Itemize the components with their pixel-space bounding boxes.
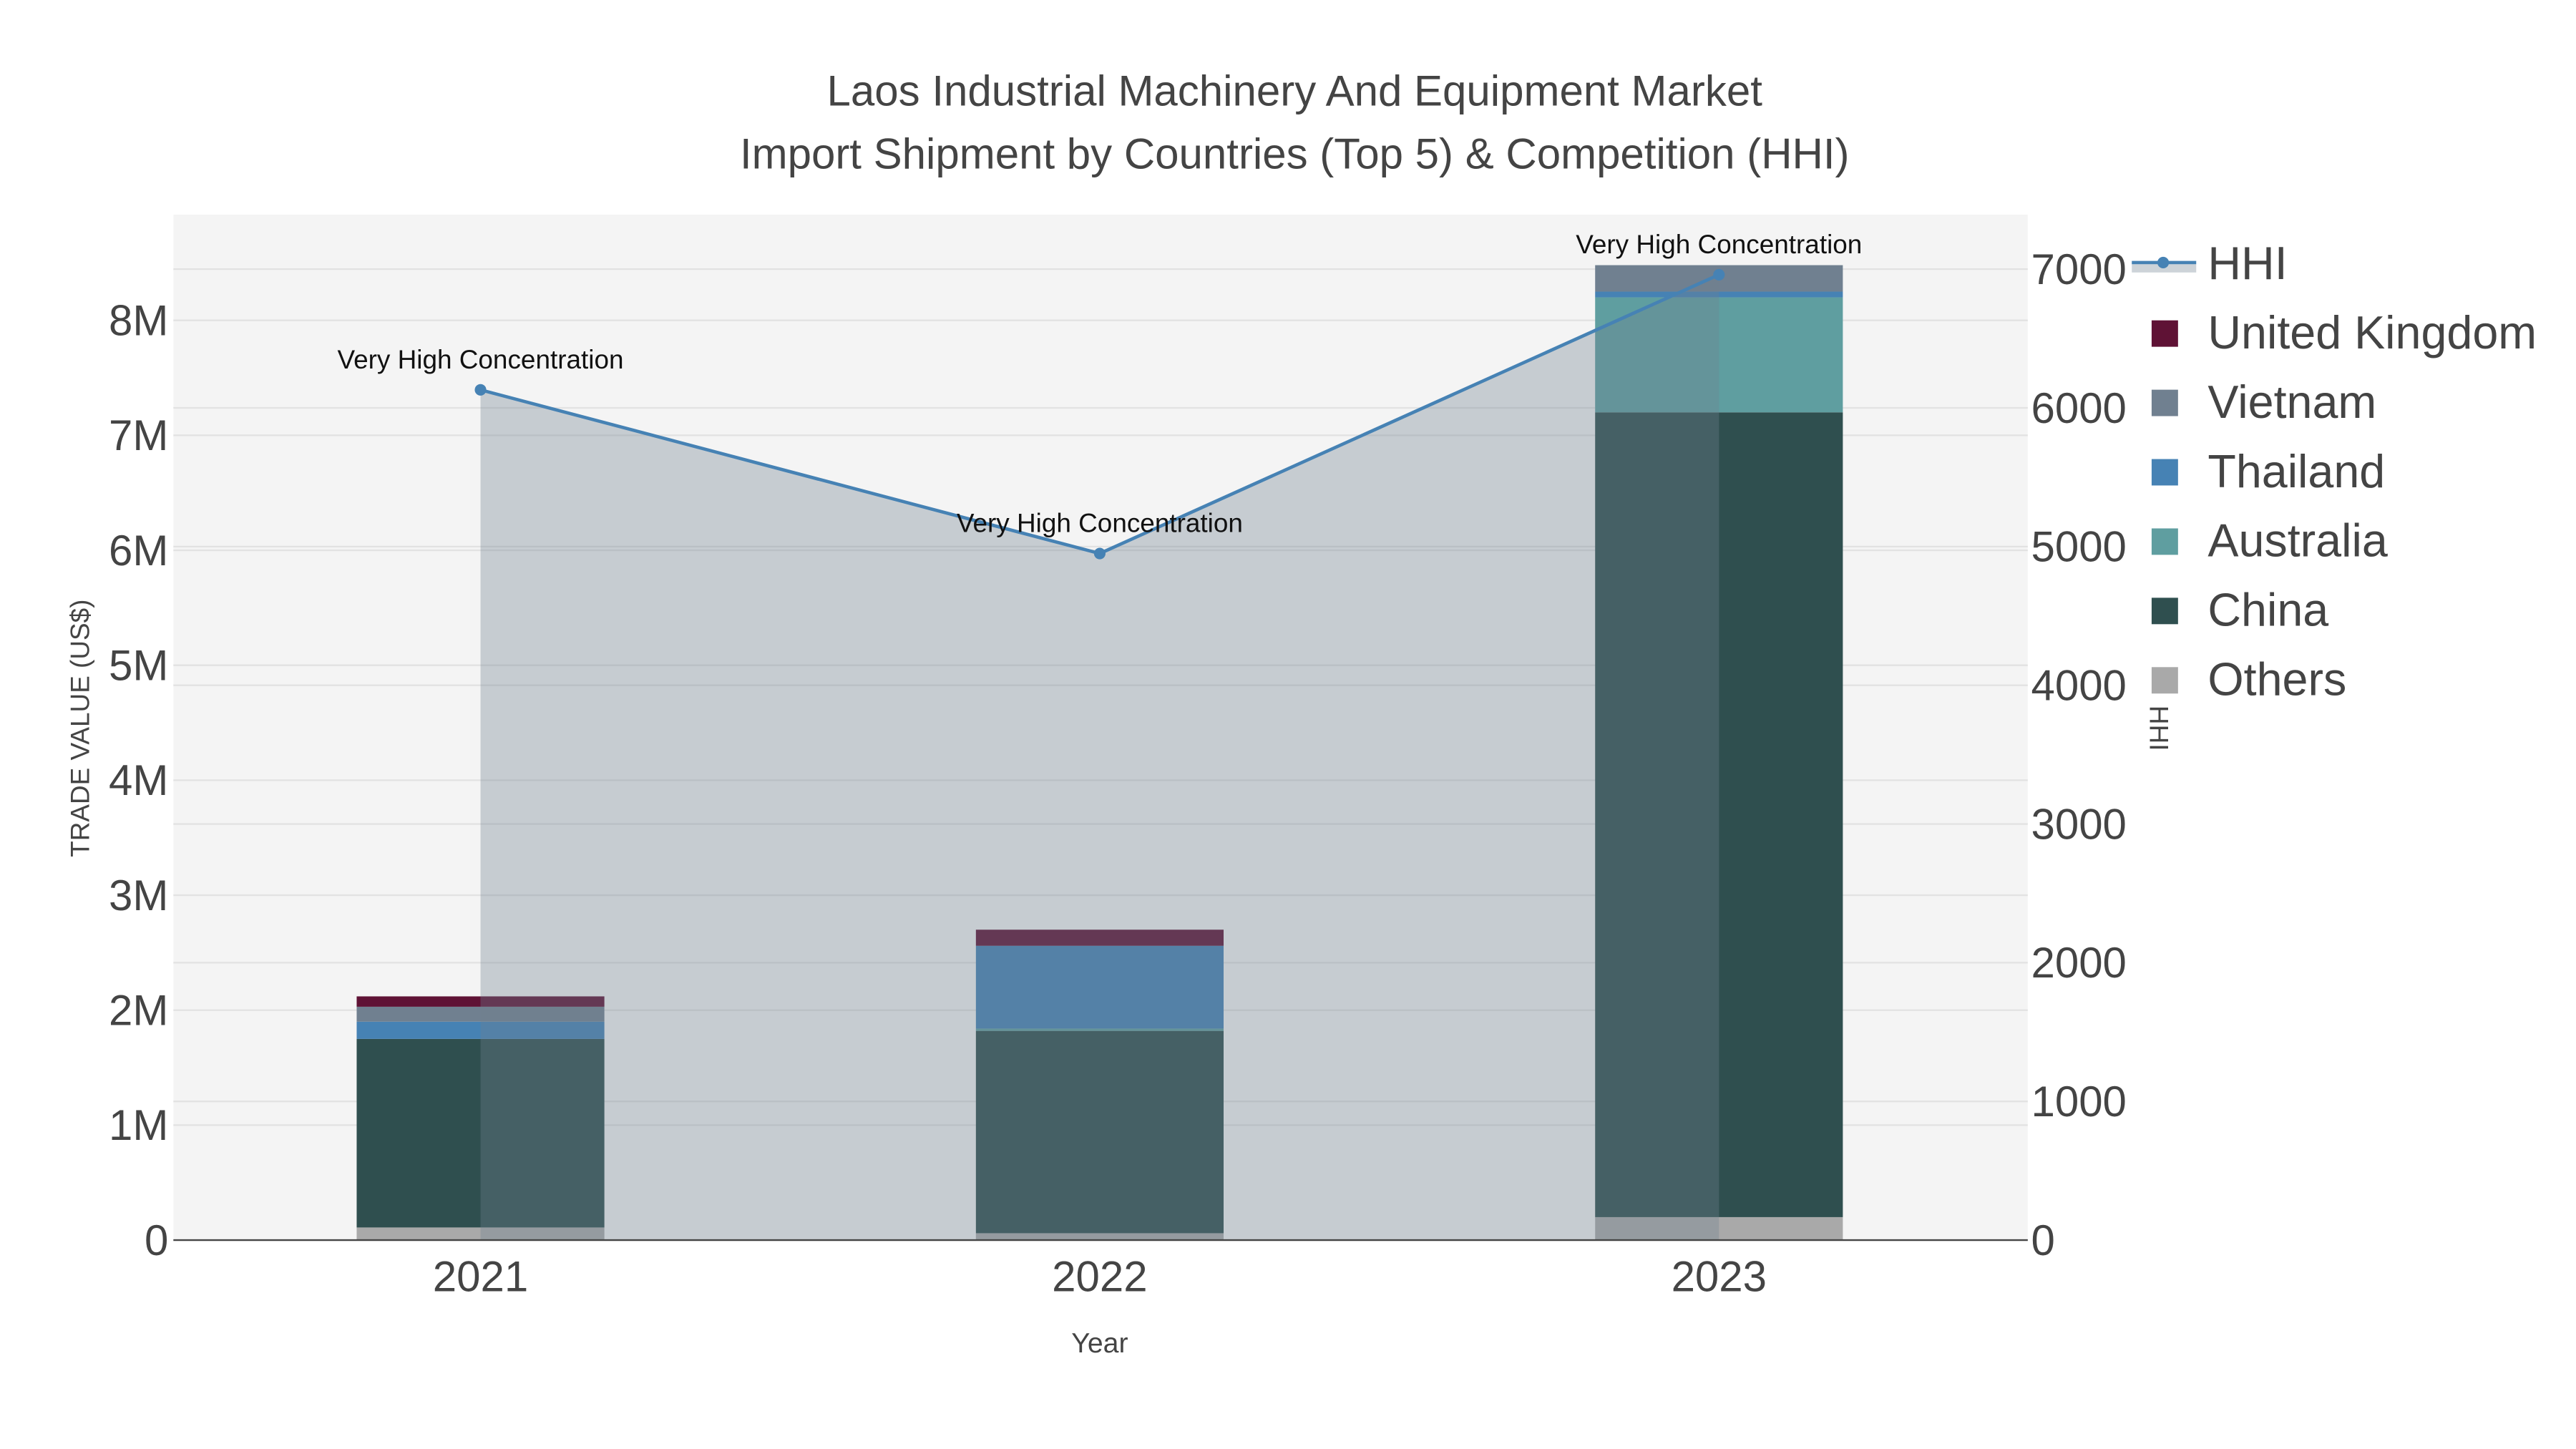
y-tick-label: 5M <box>109 641 168 689</box>
legend-label: United Kingdom <box>2207 307 2537 358</box>
chart: Very High Concentration Very High Concent… <box>66 67 2537 1359</box>
legend-label: HHI <box>2207 238 2287 289</box>
y2-tick-label: 7000 <box>2031 245 2126 293</box>
y-tick-label: 3M <box>109 872 168 919</box>
legend-swatch-china <box>2151 597 2178 625</box>
y2-tick-label: 0 <box>2031 1216 2054 1264</box>
y2-tick-label: 6000 <box>2031 384 2126 432</box>
legend-label: Australia <box>2207 515 2387 567</box>
legend-label: Others <box>2207 654 2346 706</box>
y2-tick-label: 1000 <box>2031 1078 2126 1126</box>
chart-subtitle: Import Shipment by Countries (Top 5) & C… <box>740 130 1850 177</box>
y-tick-label: 6M <box>109 527 168 575</box>
x-tick-label: 2021 <box>433 1253 528 1301</box>
y-tick-label: 8M <box>109 296 168 344</box>
hhi-annotation-2021: Very High Concentration <box>338 345 624 374</box>
chart-title: Laos Industrial Machinery And Equipment … <box>827 67 1763 115</box>
y-axis-title: TRADE VALUE (US$) <box>66 600 95 857</box>
legend-swatch-others <box>2151 667 2178 694</box>
legend-swatch-australia <box>2151 528 2178 555</box>
y-tick-label: 1M <box>109 1101 168 1149</box>
y-tick-label: 4M <box>109 756 168 804</box>
legend-swatch-vietnam <box>2151 389 2178 416</box>
legend-label: Vietnam <box>2207 376 2376 428</box>
y2-axis-title: HHI <box>2145 706 2174 751</box>
hhi-point-2022 <box>1093 547 1106 560</box>
y2-tick-label: 3000 <box>2031 800 2126 848</box>
hhi-annotation-2022: Very High Concentration <box>957 509 1243 538</box>
hhi-point-2021 <box>474 384 487 396</box>
x-tick-label: 2022 <box>1052 1253 1147 1301</box>
legend-hhi-marker <box>2157 256 2170 268</box>
legend-swatch-united-kingdom <box>2151 320 2178 347</box>
y2-tick-label: 2000 <box>2031 939 2126 987</box>
y2-tick-label: 4000 <box>2031 661 2126 709</box>
y2-tick-label: 5000 <box>2031 523 2126 571</box>
legend-label: China <box>2207 585 2328 636</box>
y2-axis-ticks: 0 1000 2000 3000 4000 5000 6000 7000 <box>2031 245 2126 1264</box>
y-axis-ticks: 0 1M 2M 3M 4M 5M 6M 7M 8M <box>109 296 168 1264</box>
x-axis-ticks: 2021 2022 2023 <box>433 1253 1767 1301</box>
hhi-annotation-2023: Very High Concentration <box>1576 230 1862 259</box>
y-tick-label: 2M <box>109 987 168 1035</box>
y-tick-label: 7M <box>109 411 168 459</box>
y-tick-label: 0 <box>145 1216 168 1264</box>
legend-swatch-thailand <box>2151 459 2178 486</box>
hhi-point-2023 <box>1713 268 1725 280</box>
legend: HHI United Kingdom Vietnam Thailand Australi… <box>2132 238 2537 706</box>
x-axis-title: Year <box>1071 1327 1128 1359</box>
legend-label: Thailand <box>2207 446 2385 497</box>
x-tick-label: 2023 <box>1672 1253 1767 1301</box>
